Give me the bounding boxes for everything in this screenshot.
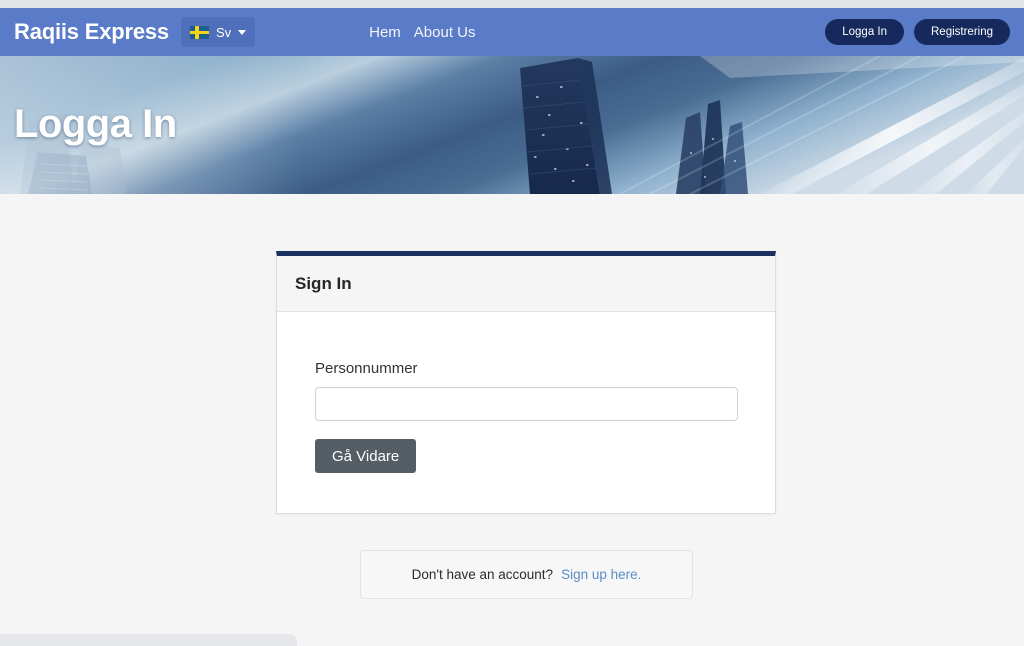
signup-prompt-text: Don't have an account? <box>411 567 554 582</box>
personnummer-label: Personnummer <box>315 360 418 377</box>
nav-link-about-us[interactable]: About Us <box>414 24 476 41</box>
brand-logo[interactable]: Raqiis Express <box>14 19 169 45</box>
signin-card-header: Sign In <box>277 256 775 312</box>
language-selector[interactable]: Sv <box>180 17 256 47</box>
signup-prompt-box: Don't have an account? Sign up here. <box>360 550 693 599</box>
personnummer-input[interactable] <box>315 387 738 421</box>
swedish-flag-icon <box>189 25 209 39</box>
login-button[interactable]: Logga In <box>825 19 904 45</box>
nav-links: Hem About Us <box>369 24 475 41</box>
signin-card: Sign In Personnummer Gå Vidare <box>276 251 776 514</box>
nav-actions: Logga In Registrering <box>825 19 1010 45</box>
signup-link[interactable]: Sign up here. <box>561 567 641 582</box>
browser-chrome-strip <box>0 0 1024 8</box>
continue-button[interactable]: Gå Vidare <box>315 439 417 473</box>
hero-banner: Logga In <box>0 56 1024 194</box>
top-navigation-bar: Raqiis Express Sv Hem About Us Logga In … <box>0 8 1024 56</box>
nav-link-hem[interactable]: Hem <box>369 24 401 41</box>
register-button[interactable]: Registrering <box>914 19 1010 45</box>
browser-download-shelf[interactable] <box>0 634 297 646</box>
language-label: Sv <box>215 24 232 40</box>
signin-card-title: Sign In <box>295 273 352 293</box>
page-title: Logga In <box>14 102 177 146</box>
chevron-down-icon <box>238 29 247 35</box>
signin-card-body: Personnummer Gå Vidare <box>277 312 775 513</box>
